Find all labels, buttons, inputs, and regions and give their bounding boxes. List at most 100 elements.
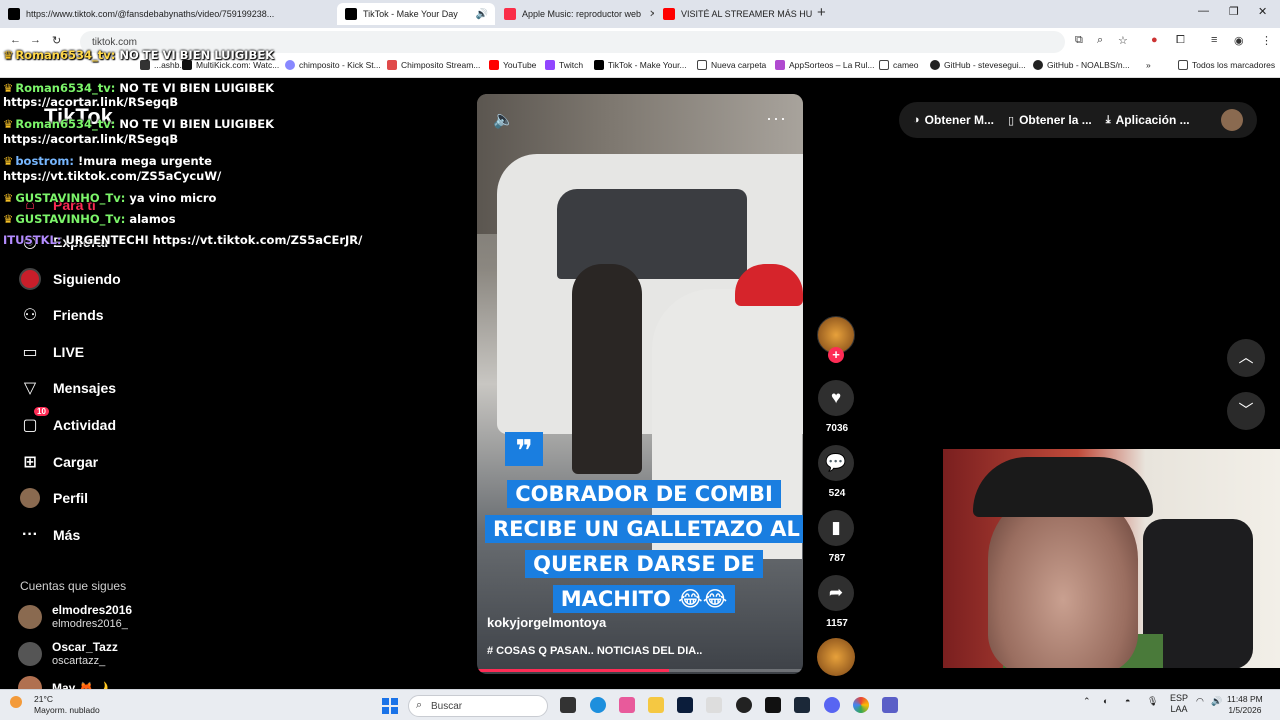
- obs-icon[interactable]: [736, 697, 752, 713]
- video-progress-bar[interactable]: [477, 669, 803, 672]
- sidebar-item-perfil[interactable]: Perfil: [18, 485, 88, 511]
- like-button[interactable]: ♥: [818, 380, 854, 416]
- search-placeholder: Buscar: [431, 700, 463, 712]
- comment-button[interactable]: 💬: [818, 445, 854, 481]
- sound-disc-avatar[interactable]: [817, 638, 855, 676]
- profile-avatar-icon[interactable]: ◉: [1234, 34, 1244, 47]
- bookmark-item[interactable]: Chimposito Stream...: [387, 60, 480, 70]
- previous-video-button[interactable]: ︿: [1227, 339, 1265, 377]
- task-view-icon[interactable]: [560, 697, 576, 713]
- chevron-up-icon: ︿: [1238, 349, 1254, 366]
- back-icon[interactable]: ←: [10, 34, 21, 46]
- close-tab-icon[interactable]: ✕: [649, 9, 654, 20]
- followed-account[interactable]: Oscar_Tazz oscartazz_: [18, 640, 118, 668]
- get-app-button[interactable]: ▯ Obtener la ...: [1008, 113, 1092, 127]
- sidebar-item-mensajes[interactable]: ▽ Mensajes: [18, 375, 116, 401]
- forward-icon[interactable]: →: [30, 34, 41, 46]
- windows-start-icon[interactable]: [382, 698, 398, 714]
- tray-app-icon[interactable]: ◐: [1103, 696, 1108, 706]
- sidebar-item-cargar[interactable]: ⊞ Cargar: [18, 449, 98, 475]
- steam-icon[interactable]: [794, 697, 810, 713]
- bookmarks-overflow-icon[interactable]: »: [1146, 60, 1151, 70]
- epic-games-icon[interactable]: [765, 697, 781, 713]
- save-count: 787: [828, 553, 846, 564]
- address-text: tiktok.com: [92, 36, 138, 48]
- browser-menu-icon[interactable]: ⋮: [1261, 34, 1272, 47]
- desktop-app-button[interactable]: ⤓ Aplicación ...: [1106, 113, 1190, 127]
- next-video-button[interactable]: ﹀: [1227, 392, 1265, 430]
- header-item-label: Obtener la ...: [1019, 113, 1092, 127]
- bookmark-item[interactable]: chimposito - Kick St...: [285, 60, 381, 70]
- media-controls-icon[interactable]: ≡: [1211, 34, 1217, 46]
- teams-icon[interactable]: [882, 697, 898, 713]
- restore-button[interactable]: ❐: [1229, 5, 1239, 18]
- crown-icon: ♛: [3, 117, 14, 131]
- reload-icon[interactable]: ↻: [52, 34, 61, 47]
- extensions-puzzle-icon[interactable]: ⧠: [1176, 34, 1185, 47]
- keyboard-layout-code: LAA: [1170, 704, 1188, 714]
- bookmark-youtube[interactable]: YouTube: [489, 60, 536, 70]
- video-author[interactable]: kokyjorgelmontoya: [487, 615, 606, 630]
- save-button[interactable]: ▮: [818, 510, 854, 546]
- bookmark-item[interactable]: AppSorteos – La Rul...: [775, 60, 875, 70]
- tray-overflow-icon[interactable]: ⌃: [1083, 696, 1091, 707]
- weather-icon: [10, 696, 22, 708]
- all-bookmarks-folder[interactable]: Todos los marcadores: [1178, 60, 1275, 70]
- bookmark-tiktok[interactable]: TikTok - Make Your...: [594, 60, 687, 70]
- mic-icon[interactable]: 🎙: [1147, 696, 1158, 707]
- share-button[interactable]: ➦: [818, 575, 854, 611]
- chat-username: bostrom:: [15, 154, 74, 168]
- tray-app-icon[interactable]: ◓: [1125, 696, 1130, 706]
- youtube-favicon-icon: [663, 8, 675, 20]
- bookmark-folder[interactable]: Nueva carpeta: [697, 60, 766, 70]
- copilot-icon[interactable]: [619, 697, 635, 713]
- get-coins-button[interactable]: ◑ Obtener M...: [913, 113, 994, 127]
- bookmark-star-icon[interactable]: ☆: [1118, 34, 1128, 47]
- sidebar-item-friends[interactable]: ⚇ Friends: [18, 302, 104, 328]
- more-options-icon[interactable]: ···: [766, 108, 787, 129]
- tab-tiktok-active[interactable]: TikTok - Make Your Day 🔊 ✕: [337, 3, 495, 25]
- taskbar-search[interactable]: ⌕ Buscar: [408, 695, 548, 717]
- new-tab-button[interactable]: +: [817, 4, 826, 21]
- chrome-icon[interactable]: [853, 697, 869, 713]
- tab-apple-music[interactable]: Apple Music: reproductor web ✕: [496, 3, 654, 25]
- taskbar-clock[interactable]: 11:48 PM 1/5/2026: [1227, 694, 1263, 716]
- follow-plus-button[interactable]: +: [828, 347, 844, 363]
- video-player[interactable]: ❞ COBRADOR DE COMBI RECIBE UN GALLETAZO …: [477, 94, 803, 674]
- wifi-icon[interactable]: ◠: [1196, 696, 1204, 707]
- install-app-icon[interactable]: ⧉: [1075, 34, 1083, 47]
- sidebar-item-live[interactable]: ▭ LIVE: [18, 339, 84, 365]
- zoom-icon[interactable]: ⌕: [1097, 34, 1103, 47]
- video-description[interactable]: # COSAS Q PASAN.. NOTICIAS DEL DIA..: [487, 645, 702, 657]
- sidebar-item-actividad[interactable]: ▢ 10 Actividad: [18, 407, 116, 438]
- discord-icon[interactable]: [824, 697, 840, 713]
- followed-account[interactable]: elmodres2016 elmodres2016_: [18, 603, 132, 631]
- chat-message: ITUSTKL: URGENTECHI https://vt.tiktok.co…: [3, 233, 362, 247]
- volume-icon[interactable]: 🔈: [493, 110, 514, 130]
- chat-text: NO TE VI BIEN LUIGIBEK: [119, 117, 274, 131]
- bookmark-github[interactable]: GitHub - NOALBS/n...: [1033, 60, 1130, 70]
- bookmark-label: AppSorteos – La Rul...: [789, 60, 875, 70]
- bookmark-github[interactable]: GitHub - stevesegui...: [930, 60, 1026, 70]
- coin-icon: ◑: [913, 114, 920, 126]
- volume-tray-icon[interactable]: 🔊: [1211, 696, 1222, 707]
- tab-tiktok-video-url[interactable]: https://www.tiktok.com/@fansdebabynaths/…: [0, 3, 335, 25]
- music-app-icon[interactable]: [706, 697, 722, 713]
- sidebar-item-siguiendo[interactable]: Siguiendo: [18, 266, 121, 292]
- extension-icon[interactable]: ●: [1151, 34, 1158, 46]
- close-window-button[interactable]: ✕: [1258, 5, 1267, 18]
- language-indicator[interactable]: ESP LAA: [1170, 693, 1188, 715]
- bookmark-twitch[interactable]: Twitch: [545, 60, 583, 70]
- tab-youtube-video[interactable]: VISITÉ AL STREAMER MÁS HU... ✕: [655, 3, 813, 25]
- speaker-icon[interactable]: 🔊: [476, 9, 488, 20]
- bookmark-folder[interactable]: cameo: [879, 60, 919, 70]
- photoshop-icon[interactable]: [677, 697, 693, 713]
- minimize-button[interactable]: —: [1198, 5, 1209, 17]
- file-explorer-icon[interactable]: [648, 697, 664, 713]
- sidebar-item-label: Perfil: [53, 490, 89, 506]
- chat-message: https://acortar.link/RSegqB: [3, 95, 178, 109]
- sidebar-item-mas[interactable]: ··· Más: [18, 522, 80, 548]
- user-avatar[interactable]: [1221, 109, 1243, 131]
- weather-widget[interactable]: 21°C Mayorm. nublado: [10, 694, 100, 716]
- edge-icon[interactable]: [590, 697, 606, 713]
